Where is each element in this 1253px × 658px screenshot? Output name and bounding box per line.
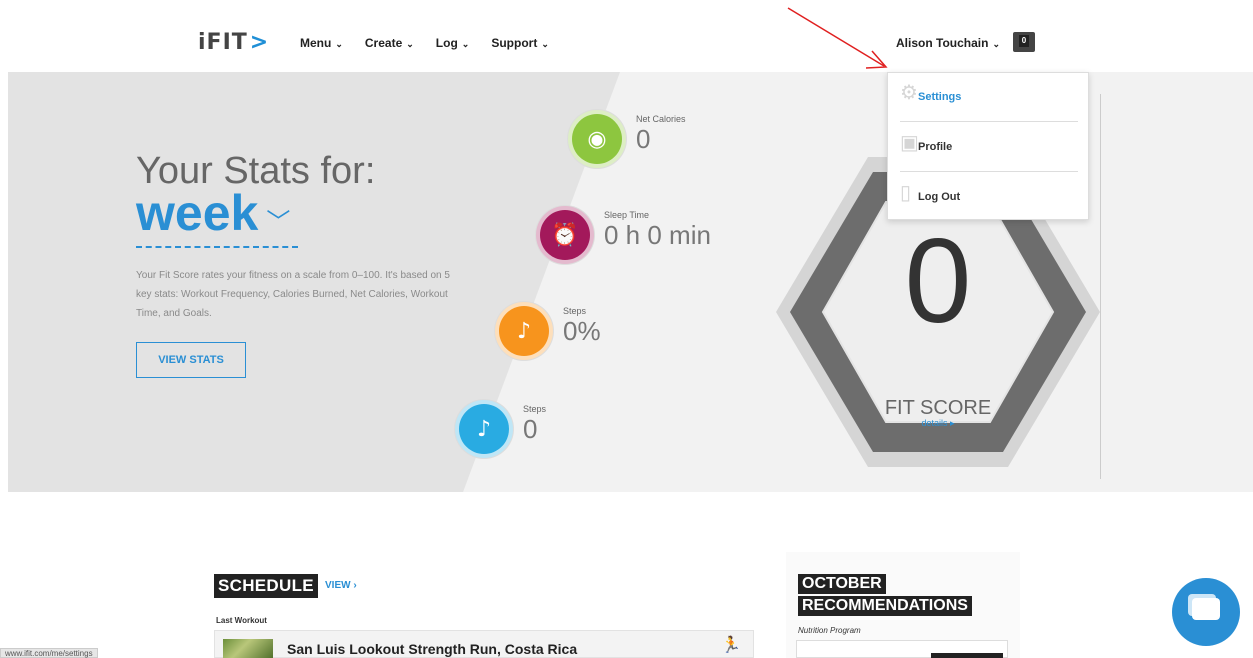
- gear-icon: ⚙: [900, 82, 918, 104]
- footprint-icon: ♪: [495, 302, 553, 360]
- annotation-arrow-icon: [787, 7, 888, 69]
- nav-support[interactable]: Support ⌄: [491, 36, 549, 50]
- menu-item-label: Profile: [918, 141, 953, 153]
- stat-label: Steps: [523, 404, 547, 414]
- stat-steps[interactable]: ♪ Steps 0: [455, 400, 546, 458]
- fit-score-value: 0: [904, 214, 972, 348]
- nav-create[interactable]: Create ⌄: [365, 36, 414, 50]
- menu-item-profile[interactable]: ▣ Profile: [888, 123, 1090, 171]
- dashed-divider: [136, 246, 298, 248]
- user-name: Alison Touchain: [896, 36, 989, 50]
- top-navbar: iFIT> Menu ⌄ Create ⌄ Log ⌄ Support ⌄ Alison…: [0, 0, 1253, 72]
- recommendation-image: [931, 653, 1003, 658]
- stat-value: 0%: [563, 316, 601, 346]
- user-account-menu[interactable]: Alison Touchain ⌄: [896, 36, 1000, 50]
- menu-item-label: Log Out: [918, 191, 961, 203]
- recommendations-heading-line1: OCTOBER: [798, 574, 886, 594]
- chat-bubble-icon: [1192, 598, 1220, 620]
- stat-label: Net Calories: [636, 114, 686, 124]
- fit-score-details-link[interactable]: details ▸: [768, 418, 1108, 429]
- chevron-down-icon: ⌄: [992, 39, 1000, 49]
- nav-log[interactable]: Log ⌄: [436, 36, 470, 50]
- stat-label: Sleep Time: [604, 210, 650, 220]
- nav-menu[interactable]: Menu ⌄: [300, 36, 343, 50]
- schedule-view-link[interactable]: VIEW ›: [325, 580, 357, 591]
- recommendations-heading-line2: RECOMMENDATIONS: [798, 596, 972, 616]
- schedule-heading: SCHEDULE: [214, 574, 318, 598]
- logo-chevron-icon: >: [249, 30, 270, 55]
- stat-sleep-time[interactable]: ⏰ Sleep Time 0 h 0 min: [536, 206, 711, 264]
- flame-icon: ◉: [568, 110, 626, 168]
- stat-value: 0 h 0 min: [604, 220, 711, 250]
- main-nav: Menu ⌄ Create ⌄ Log ⌄ Support ⌄: [300, 36, 549, 50]
- stat-steps-percent[interactable]: ♪ Steps 0%: [495, 302, 601, 360]
- recommendations-subtitle: Nutrition Program: [798, 626, 861, 635]
- stat-value: 0: [636, 124, 651, 154]
- stat-net-calories[interactable]: ◉ Net Calories 0: [568, 110, 686, 168]
- fit-score-label: FIT SCORE: [884, 397, 992, 419]
- menu-item-label: Settings: [918, 91, 962, 103]
- alarm-clock-icon: ⏰: [536, 206, 594, 264]
- ifit-logo[interactable]: iFIT>: [198, 30, 269, 55]
- runner-icon: 🏃: [721, 637, 741, 654]
- user-dropdown-menu: ⚙ Settings ▣ Profile ▯ Log Out: [887, 72, 1089, 220]
- stat-value: 0: [523, 414, 538, 444]
- menu-divider: [900, 171, 1078, 172]
- chat-button[interactable]: [1172, 578, 1240, 646]
- chevron-down-icon: ⌄: [335, 39, 343, 49]
- last-workout-label: Last Workout: [216, 616, 267, 625]
- fit-score-description: Your Fit Score rates your fitness on a s…: [136, 270, 450, 319]
- menu-item-settings[interactable]: ⚙ Settings: [888, 73, 1090, 121]
- stat-label: Steps: [563, 306, 587, 316]
- badge-count: 0: [1019, 35, 1029, 47]
- menu-divider: [900, 121, 1078, 122]
- footprint-icon: ♪: [455, 400, 513, 458]
- divider-line: [1100, 94, 1101, 479]
- last-workout-row[interactable]: San Luis Lookout Strength Run, Costa Ric…: [214, 630, 754, 658]
- notifications-badge[interactable]: 0: [1013, 32, 1035, 52]
- period-selector[interactable]: week ﹀: [136, 184, 290, 242]
- chevron-down-icon: ⌄: [406, 39, 414, 49]
- recommendation-card[interactable]: [796, 640, 1008, 658]
- browser-status-url: www.ifit.com/me/settings: [0, 648, 98, 658]
- person-icon: ▣: [900, 132, 919, 154]
- view-stats-button[interactable]: VIEW STATS: [136, 342, 246, 378]
- workout-thumbnail: [223, 639, 273, 658]
- door-icon: ▯: [900, 182, 912, 204]
- chevron-down-icon: ⌄: [461, 39, 470, 49]
- period-value: week: [136, 185, 259, 241]
- menu-item-logout[interactable]: ▯ Log Out: [888, 173, 1090, 221]
- chevron-down-icon: ﹀: [266, 209, 291, 236]
- workout-title: San Luis Lookout Strength Run, Costa Ric…: [287, 641, 578, 657]
- logo-text: iFIT: [198, 30, 248, 55]
- chevron-down-icon: ⌄: [541, 39, 549, 49]
